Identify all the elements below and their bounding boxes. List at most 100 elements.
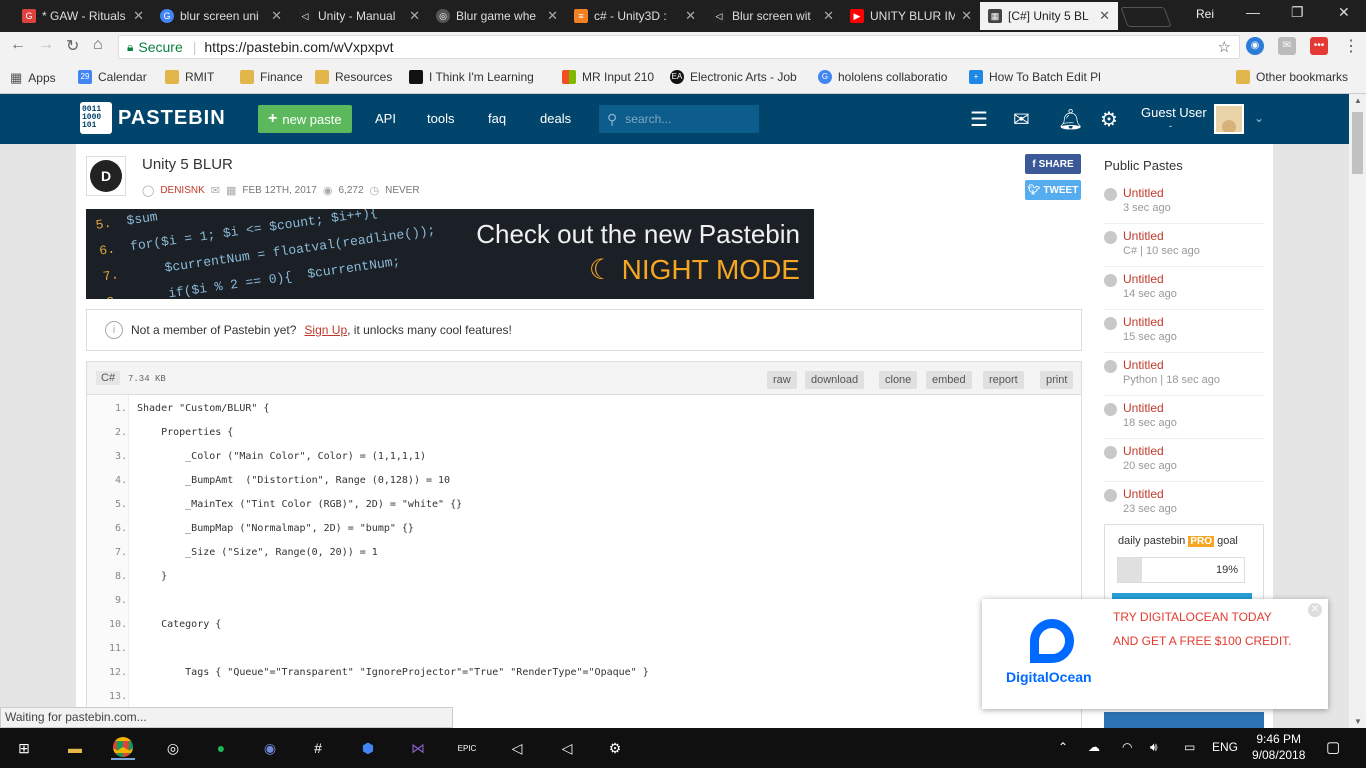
scroll-down-icon[interactable]: ▼: [1354, 717, 1362, 726]
chrome-icon[interactable]: [111, 736, 135, 760]
public-paste-item[interactable]: Untitled 18 sec ago: [1104, 399, 1264, 439]
notifications-icon[interactable]: ▢: [1326, 738, 1340, 756]
address-bar[interactable]: 🔒︎ Secure | https://pastebin.com/wVxpxpv…: [118, 35, 1240, 59]
close-icon[interactable]: ✕: [961, 8, 972, 24]
night-mode-banner[interactable]: 5. $sum 6. for($i = 1; $i <= $count; $i+…: [86, 209, 814, 299]
public-paste-item[interactable]: Untitled 3 sec ago: [1104, 184, 1264, 224]
menu-icon[interactable]: ⋮: [1343, 36, 1359, 56]
settings-gear-icon[interactable]: ⚙: [603, 736, 627, 760]
guest-user-label[interactable]: Guest User: [1141, 105, 1207, 120]
minimize-icon[interactable]: —: [1246, 4, 1260, 20]
tab-stackoverflow[interactable]: ≡ c# - Unity3D : ✕: [566, 2, 704, 30]
close-icon[interactable]: ✕: [685, 8, 696, 24]
bookmark-calendar[interactable]: 29 Calendar: [78, 70, 147, 84]
tab-blur-screen-search[interactable]: Gblur screen uni ✕: [152, 2, 290, 30]
bookmark-batch-edit[interactable]: + How To Batch Edit Pl: [969, 70, 1101, 84]
tweet-button[interactable]: 🐦︎ TWEET: [1025, 180, 1081, 200]
home-icon[interactable]: ⌂: [93, 36, 103, 54]
paste-author[interactable]: DENISNK: [160, 185, 204, 196]
url-text[interactable]: https://pastebin.com/wVxpxpvt: [204, 39, 393, 55]
window-close-icon[interactable]: ✕: [1338, 4, 1350, 21]
bookmark-resources[interactable]: Resources: [315, 70, 392, 84]
close-icon[interactable]: ✕: [133, 8, 144, 24]
report-button[interactable]: report: [983, 371, 1024, 389]
print-button[interactable]: print: [1040, 371, 1074, 389]
bookmark-learning[interactable]: I Think I'm Learning: [409, 70, 534, 84]
bookmark-finance[interactable]: Finance: [240, 70, 303, 84]
unity-icon[interactable]: ◁: [555, 736, 579, 760]
nav-deals[interactable]: deals: [540, 111, 571, 126]
maps-icon[interactable]: ⬢: [356, 736, 380, 760]
spotify-icon[interactable]: ●: [209, 736, 233, 760]
close-icon[interactable]: ✕: [547, 8, 558, 24]
epic-games-icon[interactable]: EPIC: [455, 736, 479, 760]
bookmark-ea-jobs[interactable]: EA Electronic Arts - Job: [670, 70, 797, 84]
unity-hub-icon[interactable]: ◁: [505, 736, 529, 760]
obs-icon[interactable]: ◎: [161, 736, 185, 760]
message-icon[interactable]: ✉: [211, 184, 220, 197]
input-language[interactable]: ENG: [1212, 740, 1238, 754]
bookmark-rmit[interactable]: RMIT: [165, 70, 214, 84]
public-paste-item[interactable]: Untitled Python | 18 sec ago: [1104, 356, 1264, 396]
raw-button[interactable]: raw: [767, 371, 797, 389]
tab-blur-screen-with[interactable]: ◁ Blur screen wit ✕: [704, 2, 842, 30]
public-paste-item[interactable]: Untitled 20 sec ago: [1104, 442, 1264, 482]
bell-icon[interactable]: 🔔︎: [1058, 107, 1083, 132]
mail-extension-icon[interactable]: ✉: [1278, 37, 1296, 55]
tab-gaw[interactable]: G * GAW - Rituals ✕: [14, 2, 152, 30]
public-paste-item[interactable]: Untitled 23 sec ago: [1104, 485, 1264, 525]
discord-icon[interactable]: ◉: [258, 736, 282, 760]
nav-api[interactable]: API: [375, 111, 396, 126]
settings-gear-icon[interactable]: ⚙: [1100, 107, 1118, 132]
volume-icon[interactable]: 🔊︎: [1150, 740, 1158, 755]
language-badge[interactable]: C#: [96, 371, 121, 385]
pastebin-logo[interactable]: 0011 1000 101 PASTEBIN: [80, 102, 226, 134]
download-button[interactable]: download: [805, 371, 865, 389]
close-icon[interactable]: ✕: [1099, 8, 1110, 24]
sidebar-ad-image[interactable]: [1104, 712, 1264, 728]
forward-icon[interactable]: →: [38, 36, 54, 54]
tab-unity-manual[interactable]: ◁ Unity - Manual ✕: [290, 2, 428, 30]
avatar[interactable]: [1214, 104, 1244, 134]
new-tab-button[interactable]: [1120, 7, 1172, 27]
bookmark-other[interactable]: Other bookmarks: [1236, 70, 1348, 84]
slack-icon[interactable]: #: [306, 736, 330, 760]
file-explorer-icon[interactable]: ▬: [63, 736, 87, 760]
public-paste-item[interactable]: Untitled 14 sec ago: [1104, 270, 1264, 310]
search-input[interactable]: ⚲ search...: [599, 105, 759, 133]
digitalocean-ad[interactable]: DigitalOcean TRY DIGITALOCEAN TODAY AND …: [982, 599, 1328, 709]
system-clock[interactable]: 9:46 PM 9/08/2018: [1252, 731, 1305, 763]
chevron-up-icon[interactable]: ⌃: [1058, 740, 1068, 754]
battery-icon[interactable]: ▭: [1184, 740, 1195, 754]
list-icon[interactable]: ☰: [970, 107, 988, 132]
tab-blur-game[interactable]: ◎ Blur game whe ✕: [428, 2, 566, 30]
public-paste-item[interactable]: Untitled C# | 10 sec ago: [1104, 227, 1264, 267]
author-avatar[interactable]: D: [86, 156, 126, 196]
bookmark-mr-input[interactable]: MR Input 210: [562, 70, 654, 84]
clone-button[interactable]: clone: [879, 371, 918, 389]
page-scrollbar[interactable]: ▲ ▼: [1349, 94, 1366, 728]
profile-name[interactable]: Rei: [1196, 7, 1214, 21]
bookmark-star-icon[interactable]: ☆: [1218, 38, 1231, 56]
nav-tools[interactable]: tools: [427, 111, 454, 126]
extension-icon[interactable]: ◉: [1246, 37, 1264, 55]
tab-youtube-unity-blur[interactable]: ▶ UNITY BLUR IM ✕: [842, 2, 980, 30]
wifi-icon[interactable]: ◠: [1122, 740, 1132, 754]
windows-start-icon[interactable]: ⊞: [12, 736, 36, 760]
scroll-thumb[interactable]: [1352, 112, 1363, 174]
new-paste-button[interactable]: + new paste: [258, 105, 352, 133]
close-icon[interactable]: ✕: [1308, 603, 1322, 617]
chevron-down-icon[interactable]: ⌄: [1254, 111, 1264, 125]
facebook-share-button[interactable]: f SHARE: [1025, 154, 1081, 174]
bookmark-hololens[interactable]: Ghololens collaboratio: [818, 70, 947, 84]
scroll-up-icon[interactable]: ▲: [1354, 96, 1362, 105]
tab-pastebin-active[interactable]: ▦ [C#] Unity 5 BL ✕: [980, 2, 1118, 30]
lastpass-icon[interactable]: •••: [1310, 37, 1328, 55]
signup-link[interactable]: Sign Up: [304, 323, 347, 337]
close-icon[interactable]: ✕: [823, 8, 834, 24]
back-icon[interactable]: ←: [10, 36, 26, 54]
mail-icon[interactable]: ✉: [1013, 107, 1030, 132]
close-icon[interactable]: ✕: [271, 8, 282, 24]
bookmark-apps[interactable]: ▦ Apps: [10, 70, 56, 86]
close-icon[interactable]: ✕: [409, 8, 420, 24]
